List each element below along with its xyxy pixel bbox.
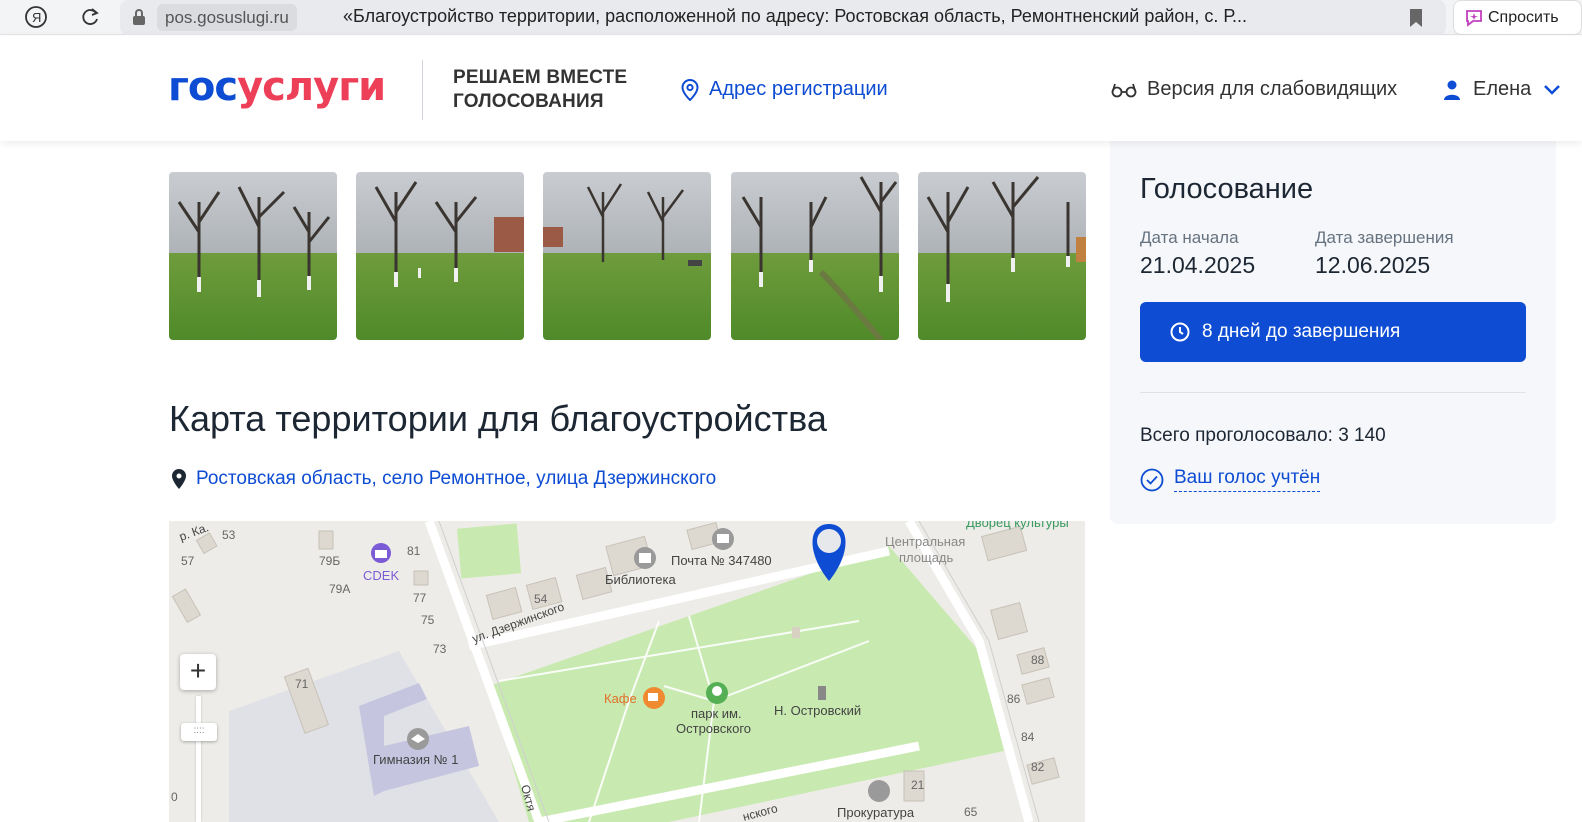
svg-text:79Б: 79Б [319, 554, 340, 568]
clock-icon [1170, 322, 1190, 342]
end-date-value: 12.06.2025 [1315, 252, 1431, 278]
svg-text:CDEK: CDEK [363, 568, 399, 583]
svg-text:Кафе: Кафе [604, 691, 637, 706]
vote-counted-link[interactable]: Ваш голос учтён [1140, 467, 1321, 492]
user-icon [1444, 80, 1460, 100]
svg-text:Я: Я [32, 10, 41, 25]
svg-text:86: 86 [1007, 692, 1021, 706]
zoom-slider-track[interactable] [196, 696, 201, 822]
svg-text:57: 57 [181, 554, 195, 568]
svg-text:77: 77 [413, 591, 427, 605]
svg-text:79А: 79А [329, 582, 350, 596]
domain-label[interactable]: pos.gosuslugi.ru [157, 4, 297, 31]
svg-text:81: 81 [407, 544, 421, 558]
svg-text:53: 53 [222, 528, 236, 542]
bookmark-icon[interactable] [1408, 8, 1424, 28]
location-pin-icon [681, 78, 699, 101]
svg-text:Прокуратура: Прокуратура [837, 805, 915, 820]
lock-icon [133, 9, 145, 25]
site-header: госуслуги РЕШАЕМ ВМЕСТЕ ГОЛОСОВАНИЯ Адре… [0, 36, 1582, 141]
yandex-icon[interactable]: Я [23, 4, 49, 30]
gallery-photo[interactable] [918, 172, 1086, 340]
accessibility-version-link[interactable]: Версия для слабовидящих [1111, 78, 1397, 101]
map-section-title: Карта территории для благоустройства [169, 398, 827, 439]
svg-text:71: 71 [295, 677, 309, 691]
svg-text:Гимназия № 1: Гимназия № 1 [373, 752, 458, 767]
svg-text:0: 0 [171, 790, 178, 804]
svg-text:Островского: Островского [676, 721, 751, 736]
svg-text:парк им.: парк им. [691, 706, 742, 721]
ask-alice-button[interactable]: Спросить [1453, 0, 1582, 35]
map-address-link[interactable]: Ростовская область, село Ремонтное, улиц… [172, 468, 716, 490]
ask-label: Спросить [1488, 9, 1559, 26]
svg-text:84: 84 [1021, 730, 1035, 744]
start-date-label: Дата начала [1140, 228, 1239, 247]
end-date-label: Дата завершения [1315, 228, 1454, 247]
prosecutor-icon [868, 780, 890, 802]
svg-text:65: 65 [964, 805, 978, 819]
svg-text:Центральная: Центральная [885, 534, 965, 549]
registration-address-link[interactable]: Адрес регистрации [681, 78, 888, 101]
svg-text:82: 82 [1031, 760, 1045, 774]
glasses-icon [1111, 83, 1137, 97]
gallery-photo[interactable] [169, 172, 337, 340]
chevron-down-icon [1544, 84, 1561, 95]
svg-text:21: 21 [911, 778, 925, 792]
start-date-value: 21.04.2025 [1140, 252, 1256, 278]
browser-toolbar: Я pos.gosuslugi.ru «Благоустройство терр… [0, 0, 1582, 35]
svg-text:Почта № 347480: Почта № 347480 [671, 553, 772, 568]
svg-text:Библиотека: Библиотека [605, 572, 676, 587]
total-votes: Всего проголосовало: 3 140 [1140, 425, 1386, 446]
svg-text:88: 88 [1031, 653, 1045, 667]
territory-map[interactable]: 53 57 79Б 81 79А 77 75 73 71 54 88 86 84… [169, 521, 1085, 822]
alice-icon [1466, 10, 1482, 27]
check-circle-icon [1140, 468, 1164, 491]
svg-text:Н. Островский: Н. Островский [774, 703, 861, 718]
gosuslugi-logo[interactable]: госуслуги [168, 64, 386, 110]
svg-text:Дворец культуры: Дворец культуры [966, 521, 1069, 530]
monument-icon [818, 686, 826, 700]
gallery-photo[interactable] [731, 172, 899, 340]
voting-title: Голосование [1140, 173, 1314, 205]
svg-text:75: 75 [421, 613, 435, 627]
logo-divider [422, 60, 423, 120]
user-name: Елена [1473, 78, 1532, 100]
gallery-photo[interactable] [356, 172, 524, 340]
svg-text:73: 73 [433, 642, 447, 656]
reload-icon[interactable] [77, 4, 103, 30]
zoom-slider-handle[interactable]: :::: [181, 723, 217, 741]
svg-text:54: 54 [534, 592, 548, 606]
panel-divider [1140, 392, 1526, 393]
user-menu[interactable]: Елена [1443, 78, 1561, 101]
tab-title: «Благоустройство территории, расположенн… [343, 6, 1247, 26]
location-pin-icon [172, 469, 186, 489]
svg-text:площадь: площадь [899, 550, 954, 565]
gallery-photo[interactable] [543, 172, 711, 340]
project-title[interactable]: РЕШАЕМ ВМЕСТЕ ГОЛОСОВАНИЯ [453, 66, 627, 114]
zoom-in-button[interactable]: + [180, 654, 216, 690]
days-left-button[interactable]: 8 дней до завершения [1140, 302, 1526, 362]
